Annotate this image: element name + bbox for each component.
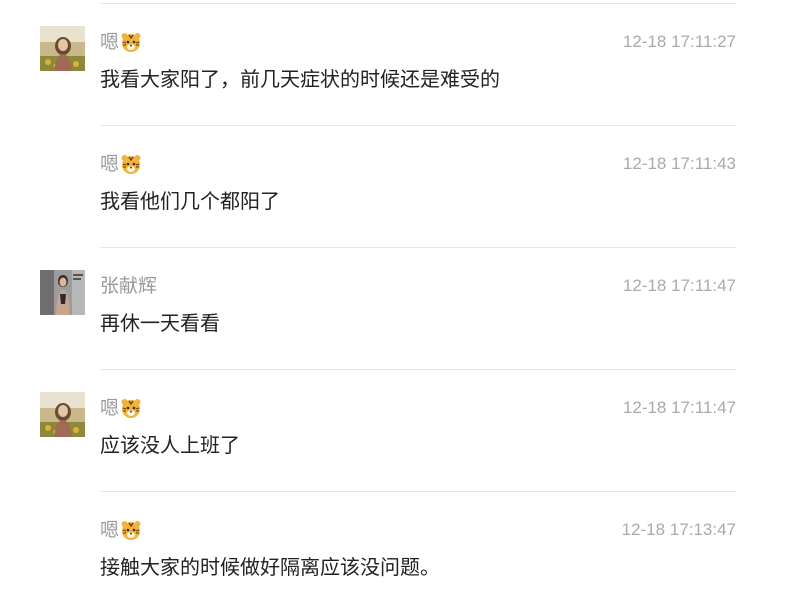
sender-name: 张献辉 (100, 274, 157, 298)
sender-name-text: 张献辉 (100, 275, 158, 297)
sender-name-text: 嗯 (100, 397, 120, 419)
sender-name: 嗯 (100, 30, 142, 54)
message-text: 我看大家阳了，前几天症状的时候还是难受的 (100, 67, 500, 91)
message-timestamp: 12-18 17:11:43 (622, 154, 736, 173)
tiger-emoji-icon (120, 153, 142, 175)
chat-message: 嗯 12-18 17:13:47 接触大家的时候做好隔离应该没问题。 (0, 492, 811, 601)
sender-name-text: 嗯 (100, 31, 120, 53)
sender-name: 嗯 (100, 396, 142, 420)
message-timestamp: 12-18 17:11:47 (622, 398, 736, 417)
avatar[interactable] (40, 270, 85, 315)
tiger-emoji-icon (120, 519, 142, 541)
sender-name-text: 嗯 (100, 153, 120, 175)
chat-message: 嗯 12-18 17:11:47 应该没人上班了 (0, 370, 811, 492)
sender-name: 嗯 (100, 152, 142, 176)
sender-name: 嗯 (100, 518, 142, 542)
chat-message: 嗯 12-18 17:11:43 我看他们几个都阳了 (0, 126, 811, 248)
chat-message: 张献辉 12-18 17:11:47 再休一天看看 (0, 248, 811, 370)
message-timestamp: 12-18 17:13:47 (621, 520, 736, 539)
avatar[interactable] (40, 26, 85, 71)
message-text: 再休一天看看 (100, 311, 220, 335)
sender-name-text: 嗯 (100, 519, 120, 541)
tiger-emoji-icon (120, 397, 142, 419)
chat-message-list: 嗯 12-18 17:11:27 我看大家阳了，前几天症状的时候还是难受的 嗯 … (0, 0, 811, 601)
avatar[interactable] (40, 392, 85, 437)
message-text: 应该没人上班了 (100, 433, 240, 457)
message-timestamp: 12-18 17:11:27 (622, 32, 736, 51)
message-text: 接触大家的时候做好隔离应该没问题。 (100, 555, 440, 579)
chat-message: 嗯 12-18 17:11:27 我看大家阳了，前几天症状的时候还是难受的 (0, 4, 811, 126)
message-text: 我看他们几个都阳了 (100, 189, 280, 213)
message-timestamp: 12-18 17:11:47 (622, 276, 736, 295)
tiger-emoji-icon (120, 31, 142, 53)
